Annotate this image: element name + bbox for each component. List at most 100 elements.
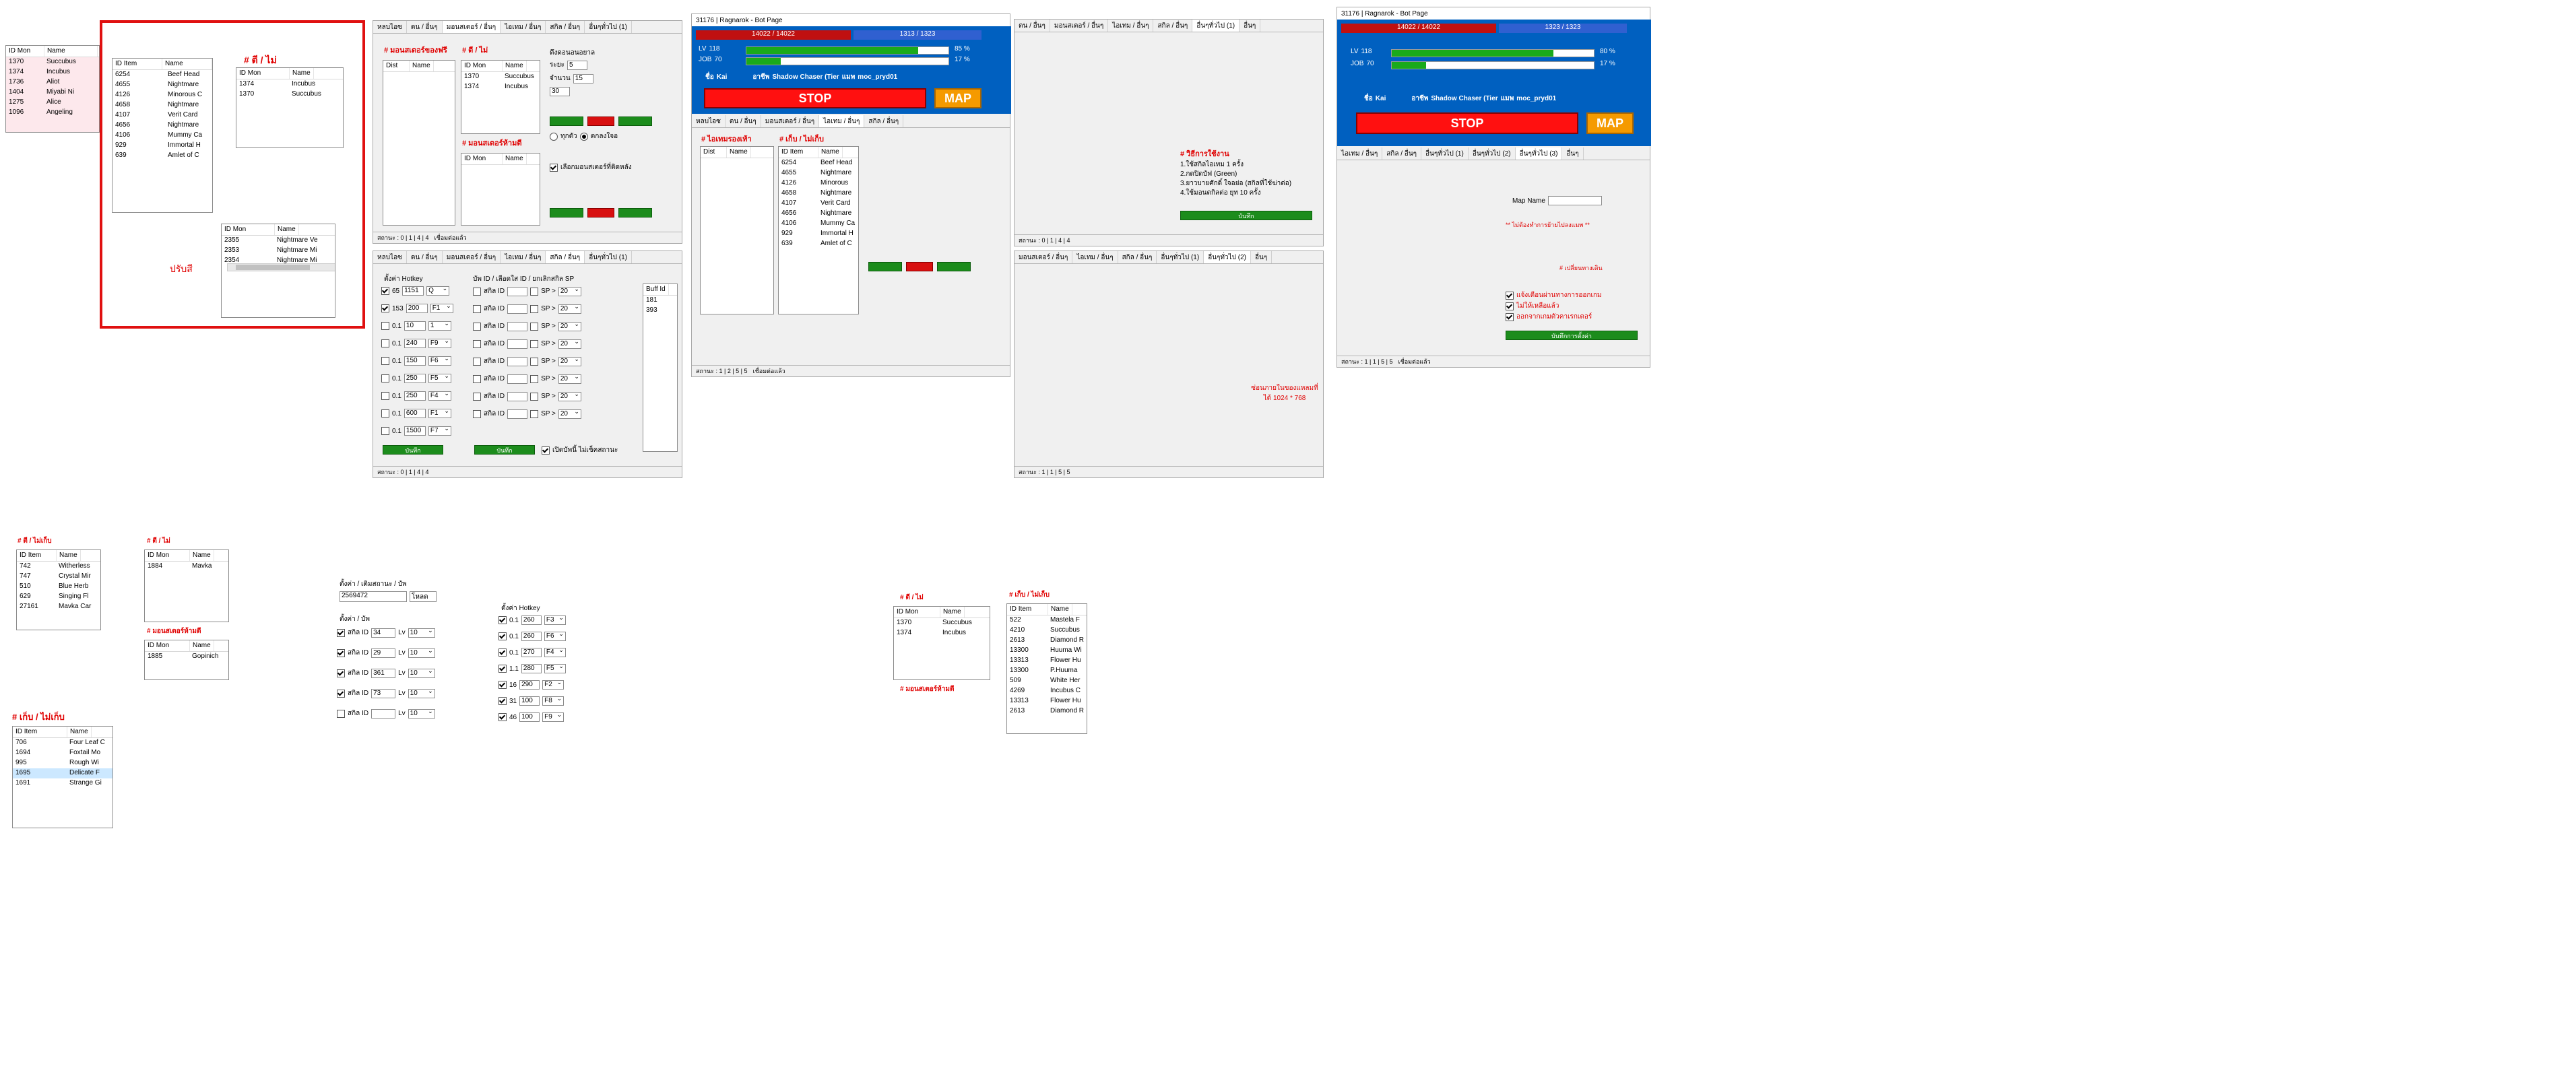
list-item[interactable]: 13300 Huuma Wi <box>1007 646 1087 656</box>
delay-input[interactable]: 280 <box>521 664 542 673</box>
key-select[interactable]: 1 <box>428 320 451 331</box>
list-item[interactable]: 2613 Diamond R <box>1007 706 1087 716</box>
tab-2[interactable]: ตน / อื่นๆ <box>407 21 443 33</box>
sp-select[interactable]: 20 <box>558 303 581 314</box>
key-select[interactable]: F1 <box>428 407 451 418</box>
list-item[interactable]: 4106 Mummy Ca <box>112 131 212 141</box>
list-item[interactable]: 6254 Beef Head <box>779 158 858 168</box>
checkbox[interactable] <box>498 616 507 624</box>
stop-button[interactable]: STOP <box>704 88 926 108</box>
tab-2[interactable]: มอนสเตอร์ / อื่นๆ <box>1050 20 1109 32</box>
delay-input[interactable]: 100 <box>519 696 540 706</box>
key-select[interactable]: F6 <box>428 355 451 366</box>
save-skill-button[interactable]: บันทึก <box>474 445 535 455</box>
apply-button[interactable] <box>618 116 652 126</box>
tab-2[interactable]: ตน / อื่นๆ <box>407 251 443 263</box>
sp-select[interactable]: 20 <box>558 321 581 331</box>
checkbox[interactable] <box>498 713 507 721</box>
list-item[interactable]: 639 Amlet of C <box>112 151 212 161</box>
delay-input[interactable]: 260 <box>521 615 542 625</box>
tab-5[interactable]: สกิล / อื่นๆ <box>546 21 585 33</box>
load-button[interactable]: โหลด <box>410 591 437 602</box>
list-item[interactable]: 1694 Foxtail Mo <box>13 748 112 758</box>
list-item[interactable]: 1275 Alice <box>6 98 99 108</box>
sp-select[interactable]: 20 <box>558 338 581 349</box>
list-item[interactable]: 393 <box>643 306 677 316</box>
tab-6[interactable]: อื่นๆ <box>1562 147 1584 160</box>
tab-2[interactable]: ตน / อื่นๆ <box>726 115 761 127</box>
skill-input[interactable] <box>507 304 528 314</box>
list-item[interactable]: 2353 Nightmare Mi <box>222 246 335 256</box>
list-item[interactable]: 4655 Nightmare <box>112 80 212 90</box>
checkbox[interactable] <box>381 427 389 435</box>
list-item[interactable]: 4126 Minorous <box>779 178 858 189</box>
sp-select[interactable]: 20 <box>558 408 581 419</box>
tab-4[interactable]: ไอเทม / อื่นๆ <box>501 251 546 263</box>
list-item[interactable]: 1096 Angeling <box>6 108 99 118</box>
key-select[interactable]: F9 <box>428 337 451 348</box>
delay-input[interactable]: 260 <box>521 632 542 641</box>
checkbox[interactable] <box>381 304 389 312</box>
skill-id-input[interactable] <box>371 708 396 719</box>
key-select[interactable]: F5 <box>544 663 566 673</box>
checkbox[interactable] <box>473 339 481 348</box>
list-item[interactable]: 1695 Delicate F <box>13 768 112 778</box>
checkbox[interactable] <box>473 357 481 366</box>
horizontal-scrollbar[interactable] <box>227 263 335 271</box>
checkbox[interactable] <box>530 322 539 331</box>
checkbox[interactable] <box>498 697 507 705</box>
checkbox[interactable] <box>542 446 550 455</box>
list-item[interactable]: 181 <box>643 296 677 306</box>
radio-near[interactable] <box>579 132 588 141</box>
save-button[interactable] <box>550 116 583 126</box>
delay-input[interactable]: 150 <box>404 356 426 366</box>
skill-id-input[interactable]: 361 <box>371 668 396 678</box>
list-item[interactable]: 4269 Incubus C <box>1007 686 1087 696</box>
list-item[interactable]: 2613 Diamond R <box>1007 636 1087 646</box>
tab-4[interactable]: อื่นๆทั่วไป (2) <box>1469 147 1516 160</box>
tab-3[interactable]: อื่นๆทั่วไป (1) <box>1421 147 1469 160</box>
level-select[interactable]: 10 <box>408 688 435 698</box>
sp-select[interactable]: 20 <box>558 286 581 296</box>
list-item[interactable]: 13300 P.Huuma <box>1007 666 1087 676</box>
list-item[interactable]: 4107 Verit Card <box>779 199 858 209</box>
list-item[interactable]: 1370 Succubus <box>236 90 343 100</box>
skill-input[interactable] <box>507 374 528 384</box>
checkbox[interactable] <box>473 409 481 418</box>
checkbox[interactable] <box>530 357 539 366</box>
delay-input[interactable]: 270 <box>521 648 542 657</box>
tab-4[interactable]: อื่นๆทั่วไป (1) <box>1157 251 1204 263</box>
level-select[interactable]: 10 <box>408 627 435 638</box>
list-item[interactable]: 706 Four Leaf C <box>13 738 112 748</box>
checkbox[interactable] <box>530 339 539 348</box>
count-input[interactable]: 15 <box>573 73 593 84</box>
list-item[interactable]: 4210 Succubus <box>1007 626 1087 636</box>
tab-1[interactable]: ตน / อื่นๆ <box>1015 20 1050 32</box>
checkbox[interactable] <box>473 322 481 331</box>
tab-5[interactable]: อื่นๆทั่วไป (1) <box>1192 20 1240 32</box>
list-item[interactable]: 4107 Verit Card <box>112 110 212 121</box>
skill-input[interactable] <box>507 286 528 296</box>
tab-6[interactable]: อื่นๆ <box>1251 251 1273 263</box>
checkbox[interactable] <box>1506 302 1514 310</box>
skill-id-input[interactable]: 34 <box>371 628 396 638</box>
skill-id-input[interactable]: 73 <box>371 688 396 698</box>
delay-input[interactable]: 290 <box>519 680 540 690</box>
list-item[interactable]: 4656 Nightmare <box>112 121 212 131</box>
list-item[interactable]: 1736 Aliot <box>6 77 99 88</box>
list-item[interactable]: 4658 Nightmare <box>112 100 212 110</box>
skill-input[interactable] <box>507 391 528 401</box>
checkbox[interactable] <box>530 409 539 418</box>
apply-button-2[interactable] <box>618 208 652 218</box>
save-settings-button[interactable]: บันทึกการตั้งค่า <box>1506 331 1638 340</box>
tab-2[interactable]: สกิล / อื่นๆ <box>1382 147 1422 160</box>
list-item[interactable]: 522 Mastela F <box>1007 615 1087 626</box>
tab-5[interactable]: สกิล / อื่นๆ <box>864 115 904 127</box>
list-item[interactable]: 1374 Incubus <box>6 67 99 77</box>
delay-input[interactable]: 10 <box>404 321 426 331</box>
radio-all[interactable] <box>550 132 558 141</box>
list-item[interactable]: 1370 Succubus <box>894 618 990 628</box>
checkbox[interactable] <box>530 374 539 383</box>
level-select[interactable]: 10 <box>408 647 435 658</box>
save-button-2[interactable] <box>550 208 583 218</box>
